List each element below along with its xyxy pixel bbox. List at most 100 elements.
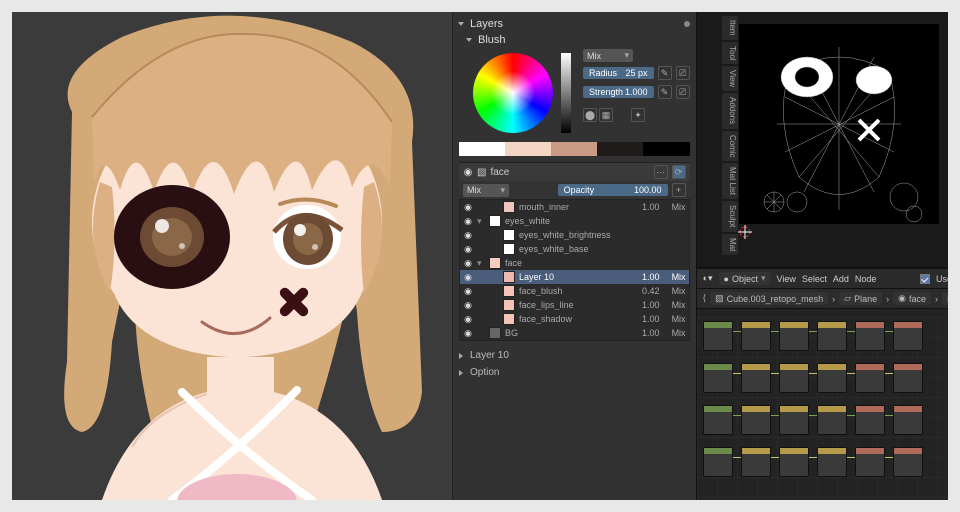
menu-view[interactable]: View <box>777 274 796 284</box>
menu-node[interactable]: Node <box>855 274 877 284</box>
swatch[interactable] <box>459 142 505 156</box>
panel-header[interactable]: Layers <box>459 16 690 32</box>
pin-icon[interactable] <box>684 21 690 27</box>
eye-icon[interactable]: ◉ <box>463 230 473 241</box>
layer-name[interactable]: eyes_white_brightness <box>519 230 630 240</box>
layer-row[interactable]: ◉eyes_white_base <box>460 242 689 256</box>
shader-node[interactable] <box>779 363 809 393</box>
vtab-tool[interactable]: Tool <box>722 42 738 65</box>
viewport-3d[interactable] <box>12 12 452 500</box>
section-header[interactable]: Blush <box>459 32 690 48</box>
shader-node[interactable] <box>741 363 771 393</box>
layer-row[interactable]: ◉face_shadow1.00Mix <box>460 312 689 326</box>
layer-opacity[interactable]: 1.00 <box>634 300 660 310</box>
shader-node[interactable] <box>893 363 923 393</box>
tool-icon[interactable]: ✦ <box>631 108 645 122</box>
fold-icon[interactable]: ▾ <box>477 258 485 269</box>
swatch[interactable] <box>597 142 643 156</box>
layer-opacity[interactable]: 0.42 <box>634 286 660 296</box>
shader-node[interactable] <box>893 447 923 477</box>
layer-row[interactable]: ◉mouth_inner1.00Mix <box>460 200 689 214</box>
swatch[interactable] <box>505 142 551 156</box>
vtab-item[interactable]: Item <box>722 16 738 40</box>
nav-icon[interactable]: ⟨ <box>703 293 707 304</box>
shader-node[interactable] <box>817 363 847 393</box>
pressure-toggle-icon[interactable]: ✎ <box>658 66 672 80</box>
swatch[interactable] <box>551 142 597 156</box>
disclosure-icon[interactable] <box>459 370 463 376</box>
eye-icon[interactable]: ◉ <box>463 216 473 227</box>
shader-node[interactable] <box>703 447 733 477</box>
shader-node[interactable] <box>741 447 771 477</box>
layer-blend[interactable]: Mix <box>664 300 686 310</box>
shader-node[interactable] <box>893 321 923 351</box>
layer-row[interactable]: ◉▾face <box>460 256 689 270</box>
eye-icon[interactable]: ◉ <box>463 328 473 339</box>
layer-name[interactable]: face_blush <box>519 286 630 296</box>
layer-opacity[interactable]: 1.00 <box>634 272 660 282</box>
eye-icon[interactable]: ◉ <box>463 202 473 213</box>
image-menu-icon[interactable]: ⋯ <box>654 165 668 179</box>
blend-mode-dropdown[interactable]: Mix▾ <box>583 49 633 62</box>
shader-node[interactable] <box>741 405 771 435</box>
brush-icon[interactable]: ⬤ <box>583 108 597 122</box>
shader-node[interactable] <box>817 447 847 477</box>
vtab-comic[interactable]: Comic <box>722 131 738 162</box>
vtab-addons[interactable]: Addons <box>722 93 738 128</box>
tablet-toggle-icon[interactable]: ⎚ <box>676 85 690 99</box>
pressure-toggle-icon[interactable]: ✎ <box>658 85 672 99</box>
layer-blend[interactable]: Mix <box>664 272 686 282</box>
layer-opacity[interactable]: 1.00 <box>634 328 660 338</box>
menu-select[interactable]: Select <box>802 274 827 284</box>
use-nodes-checkbox[interactable] <box>920 274 930 284</box>
strength-slider[interactable]: Strength1.000 <box>583 86 654 98</box>
eye-icon[interactable]: ◉ <box>463 286 473 297</box>
image-name[interactable]: face <box>490 167 649 178</box>
node-editor[interactable]: ◐▾ ●Object▾ View Select Add Node Use Nod… <box>696 267 948 500</box>
shader-node[interactable] <box>703 363 733 393</box>
vtab-mat-list[interactable]: Mat List <box>722 163 738 199</box>
shader-node[interactable] <box>779 447 809 477</box>
layer-opacity[interactable]: 1.00 <box>634 202 660 212</box>
disclosure-icon[interactable] <box>459 353 463 359</box>
layer-row[interactable]: ◉BG1.00Mix <box>460 326 689 340</box>
shader-node[interactable] <box>855 405 885 435</box>
layer-blend[interactable]: Mix <box>664 328 686 338</box>
opacity-slider[interactable]: Opacity100.00 <box>558 184 668 196</box>
collapsed-section[interactable]: Layer 10 <box>459 347 690 364</box>
collapsed-section[interactable]: Option <box>459 364 690 381</box>
vtab-sculpt[interactable]: Sculpt <box>722 201 738 231</box>
eye-icon[interactable]: ◉ <box>463 314 473 325</box>
shader-node[interactable] <box>741 321 771 351</box>
disclosure-icon[interactable] <box>458 22 464 26</box>
layer-name[interactable]: face_lips_line <box>519 300 630 310</box>
shader-node[interactable] <box>817 405 847 435</box>
shader-node[interactable] <box>855 321 885 351</box>
layer-row[interactable]: ◉ face_blush 0.42 Mix <box>460 284 689 298</box>
layer-blend[interactable]: Mix <box>664 286 686 296</box>
shader-node[interactable] <box>703 321 733 351</box>
fold-icon[interactable]: ▾ <box>477 216 485 227</box>
layer-blend[interactable]: Mix <box>664 202 686 212</box>
disclosure-icon[interactable] <box>466 38 472 42</box>
eye-icon[interactable]: ◉ <box>463 300 473 311</box>
layer-name[interactable]: face_shadow <box>519 314 630 324</box>
node-path-breadcrumb[interactable]: ⟨ ▧Cube.003_retopo_mesh › ▱Plane › ◉face… <box>697 289 948 309</box>
texture-icon[interactable]: ▦ <box>599 108 613 122</box>
tablet-toggle-icon[interactable]: ⎚ <box>676 66 690 80</box>
menu-add[interactable]: Add <box>833 274 849 284</box>
layer-blend-dropdown[interactable]: Mix▾ <box>463 184 509 197</box>
layer-row[interactable]: ◉ eyes_white_brightness <box>460 228 689 242</box>
shader-node[interactable] <box>779 405 809 435</box>
layer-row[interactable]: ◉▾eyes_white <box>460 214 689 228</box>
value-slider[interactable] <box>561 53 571 133</box>
add-layer-icon[interactable]: + <box>672 183 686 197</box>
refresh-icon[interactable]: ⟳ <box>672 165 686 179</box>
eye-icon[interactable]: ◉ <box>463 167 473 178</box>
color-wheel[interactable] <box>473 53 553 133</box>
shader-node[interactable] <box>779 321 809 351</box>
shader-type-dropdown[interactable]: ●Object▾ <box>719 272 771 285</box>
vtab-mat[interactable]: Mat <box>722 234 738 255</box>
vtab-view[interactable]: View <box>722 66 738 91</box>
shader-node[interactable] <box>893 405 923 435</box>
